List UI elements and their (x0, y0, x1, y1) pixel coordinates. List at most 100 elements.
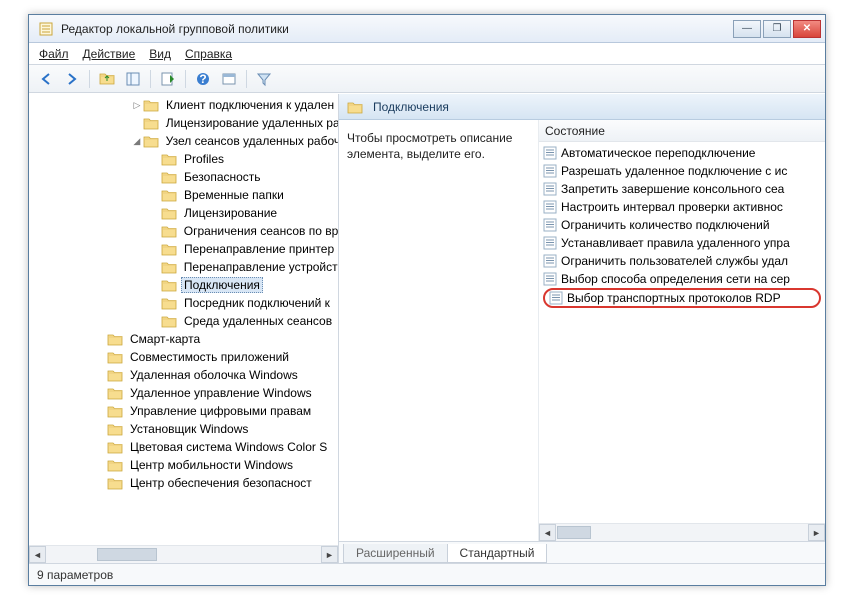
tree-item[interactable]: Лицензирование (29, 204, 338, 222)
scroll-left-icon[interactable]: ◄ (29, 546, 46, 563)
setting-label: Выбор способа определения сети на сер (561, 272, 790, 286)
setting-label: Автоматическое переподключение (561, 146, 755, 160)
show-tree-button[interactable] (122, 68, 144, 90)
tree-horizontal-scrollbar[interactable]: ◄ ► (29, 545, 338, 563)
folder-icon (161, 314, 177, 328)
titlebar[interactable]: Редактор локальной групповой политики — … (29, 15, 825, 43)
export-list-button[interactable] (157, 68, 179, 90)
client-area: ▷Клиент подключения к удален Лицензирован… (29, 93, 825, 563)
setting-item[interactable]: Разрешать удаленное подключение с ис (539, 162, 825, 180)
setting-item[interactable]: Ограничить количество подключений (539, 216, 825, 234)
close-button[interactable]: ✕ (793, 20, 821, 38)
scroll-thumb[interactable] (557, 526, 591, 539)
help-button[interactable]: ? (192, 68, 214, 90)
menubar: Файл Действие Вид Справка (29, 43, 825, 65)
tree-item[interactable]: Установщик Windows (29, 420, 338, 438)
tree-item[interactable]: Безопасность (29, 168, 338, 186)
app-icon (39, 21, 55, 37)
tab-extended[interactable]: Расширенный (343, 544, 448, 563)
setting-item[interactable]: Автоматическое переподключение (539, 144, 825, 162)
setting-item[interactable]: Выбор транспортных протоколов RDP (543, 288, 821, 308)
toolbar-separator (185, 70, 186, 88)
tree-item[interactable]: Profiles (29, 150, 338, 168)
tree-item[interactable]: Перенаправление устройст (29, 258, 338, 276)
menu-file[interactable]: Файл (39, 47, 69, 61)
properties-button[interactable] (218, 68, 240, 90)
column-header-state[interactable]: Состояние (539, 120, 825, 142)
tree-item[interactable]: Управление цифровыми правам (29, 402, 338, 420)
tree-item[interactable]: Центр мобильности Windows (29, 456, 338, 474)
tree-item[interactable]: Удаленная оболочка Windows (29, 366, 338, 384)
scroll-thumb[interactable] (97, 548, 157, 561)
tree-item[interactable]: ◢Узел сеансов удаленных рабоч (29, 132, 338, 150)
setting-item[interactable]: Настроить интервал проверки активнос (539, 198, 825, 216)
scroll-right-icon[interactable]: ► (808, 524, 825, 541)
menu-help[interactable]: Справка (185, 47, 232, 61)
setting-item[interactable]: Устанавливает правила удаленного упра (539, 234, 825, 252)
expand-icon[interactable]: ◢ (131, 136, 143, 147)
tree-item[interactable]: Среда удаленных сеансов (29, 312, 338, 330)
menu-view[interactable]: Вид (149, 47, 171, 61)
folder-icon (161, 278, 177, 292)
list-horizontal-scrollbar[interactable]: ◄ ► (539, 523, 825, 541)
tree-item[interactable]: Удаленное управление Windows (29, 384, 338, 402)
tree-item[interactable]: Перенаправление принтер (29, 240, 338, 258)
setting-icon (543, 200, 557, 214)
tree-item-label: Перенаправление принтер (181, 242, 337, 256)
tree-item[interactable]: Ограничения сеансов по вр (29, 222, 338, 240)
setting-item[interactable]: Выбор способа определения сети на сер (539, 270, 825, 288)
tree-item-label: Удаленная оболочка Windows (127, 368, 301, 382)
tab-standard[interactable]: Стандартный (447, 544, 548, 563)
toolbar-separator (150, 70, 151, 88)
scroll-right-icon[interactable]: ► (321, 546, 338, 563)
folder-icon (161, 260, 177, 274)
details-title: Подключения (373, 100, 449, 114)
forward-button[interactable] (61, 68, 83, 90)
filter-button[interactable] (253, 68, 275, 90)
tree-item-label: Перенаправление устройст (181, 260, 338, 274)
tree-item[interactable]: Посредник подключений к (29, 294, 338, 312)
folder-icon (143, 116, 159, 130)
folder-icon (347, 100, 363, 114)
setting-icon (543, 218, 557, 232)
window: Редактор локальной групповой политики — … (28, 14, 826, 586)
back-button[interactable] (35, 68, 57, 90)
details-pane: Подключения Чтобы просмотреть описание э… (339, 94, 825, 563)
tree-item-label: Лицензирование удаленных ра (163, 116, 338, 130)
tree-item[interactable]: Цветовая система Windows Color S (29, 438, 338, 456)
tree-item[interactable]: Центр обеспечения безопасност (29, 474, 338, 492)
tree-item[interactable]: Лицензирование удаленных ра (29, 114, 338, 132)
tree-item[interactable]: Смарт-карта (29, 330, 338, 348)
details-body: Чтобы просмотреть описание элемента, выд… (339, 120, 825, 541)
up-level-button[interactable] (96, 68, 118, 90)
description-text: Чтобы просмотреть описание элемента, выд… (347, 130, 530, 162)
tree-item[interactable]: Временные папки (29, 186, 338, 204)
tree-item-label: Посредник подключений к (181, 296, 333, 310)
tree-view[interactable]: ▷Клиент подключения к удален Лицензирован… (29, 94, 338, 545)
folder-icon (107, 458, 123, 472)
tree-item[interactable]: ▷Клиент подключения к удален (29, 96, 338, 114)
scroll-left-icon[interactable]: ◄ (539, 524, 556, 541)
menu-action[interactable]: Действие (83, 47, 136, 61)
folder-icon (107, 440, 123, 454)
setting-item[interactable]: Запретить завершение консольного сеа (539, 180, 825, 198)
minimize-button[interactable]: — (733, 20, 761, 38)
expand-icon[interactable]: ▷ (131, 100, 143, 111)
tree-item-label: Центр обеспечения безопасност (127, 476, 315, 490)
setting-icon (543, 146, 557, 160)
maximize-button[interactable]: ❐ (763, 20, 791, 38)
setting-icon (543, 254, 557, 268)
settings-list-column: Состояние Автоматическое переподключение… (539, 120, 825, 541)
tree-item-label: Управление цифровыми правам (127, 404, 314, 418)
tree-pane: ▷Клиент подключения к удален Лицензирован… (29, 94, 339, 563)
folder-icon (107, 350, 123, 364)
tree-item[interactable]: Совместимость приложений (29, 348, 338, 366)
folder-icon (161, 188, 177, 202)
setting-item[interactable]: Ограничить пользователей службы удал (539, 252, 825, 270)
folder-icon (107, 422, 123, 436)
folder-icon (143, 98, 159, 112)
settings-list[interactable]: Автоматическое переподключение Разрешать … (539, 142, 825, 310)
tree-item-label: Временные папки (181, 188, 287, 202)
setting-icon (543, 272, 557, 286)
tree-item[interactable]: Подключения (29, 276, 338, 294)
